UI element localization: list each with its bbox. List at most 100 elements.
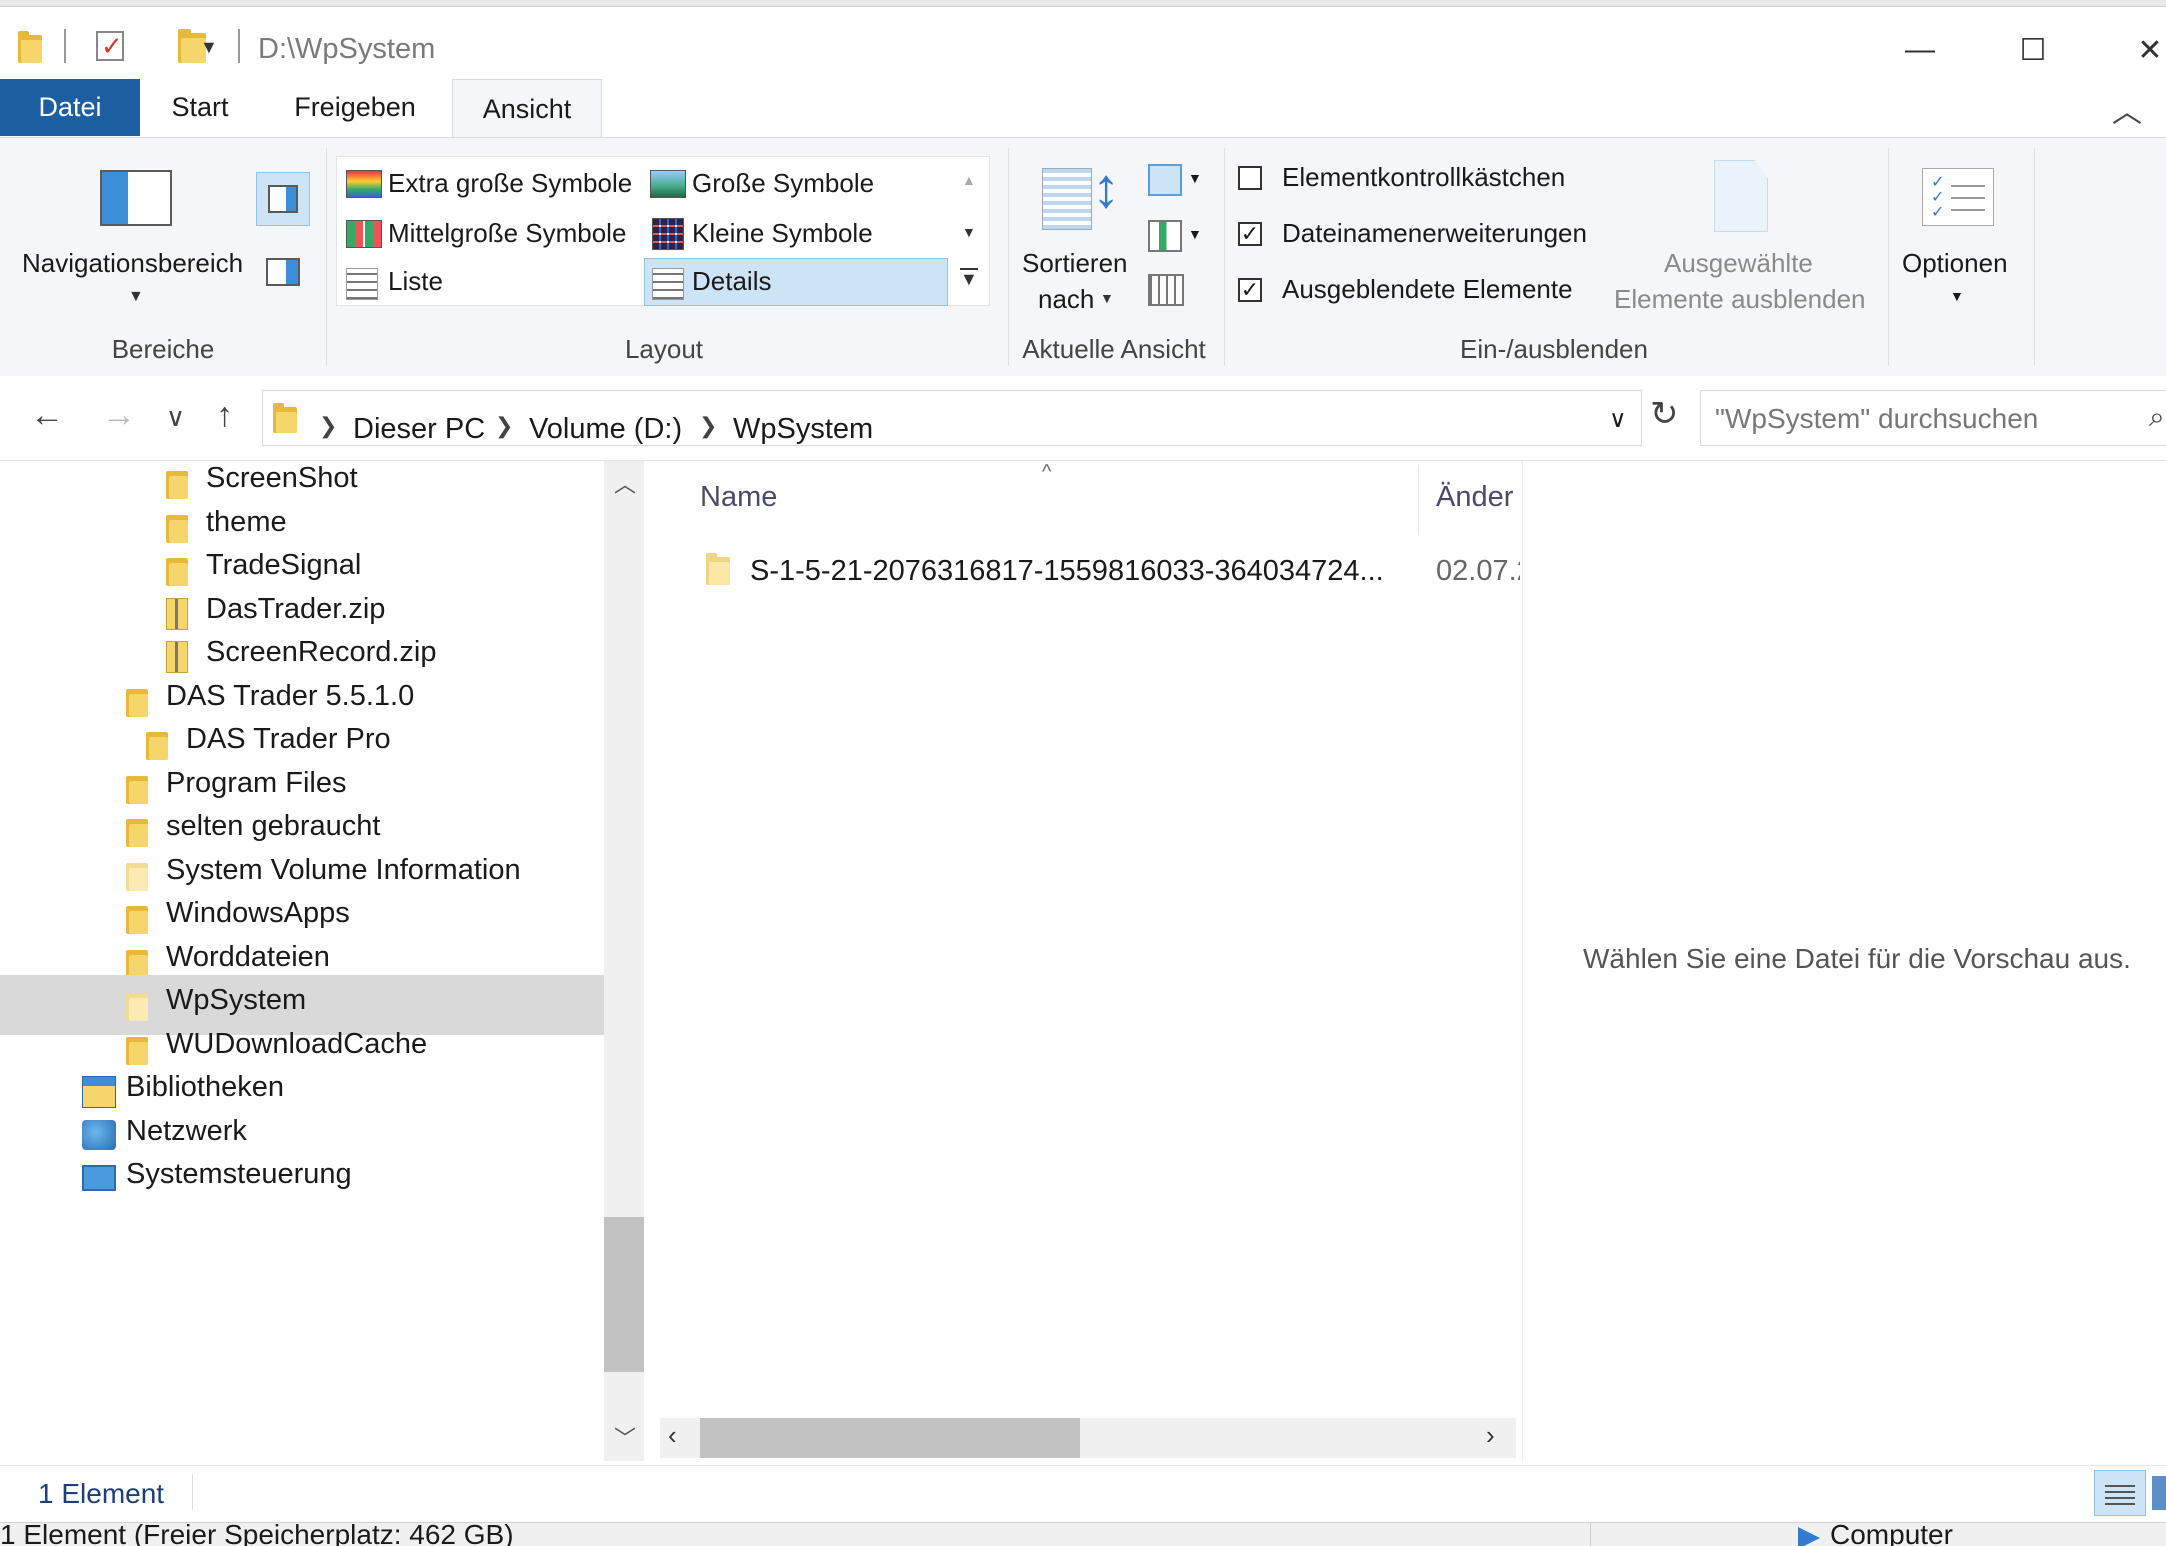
sort-by-button[interactable]: Sortieren — [1022, 248, 1128, 279]
forward-arrow-icon[interactable]: → — [102, 396, 136, 435]
maximize-button[interactable]: ☐ — [1983, 15, 2083, 85]
zip-folder-icon — [166, 597, 188, 630]
options-icon: ✓ ✓ ✓ — [1922, 168, 1994, 226]
nav-item[interactable]: Systemsteuerung — [0, 1157, 604, 1200]
nav-item[interactable]: ScreenRecord.zip — [0, 635, 604, 678]
chevron-down-icon[interactable]: ▼ — [1188, 226, 1202, 242]
gallery-expand-icon[interactable]: ▼ — [960, 268, 978, 288]
up-arrow-icon[interactable]: ↑ — [216, 396, 233, 435]
nav-item[interactable]: DasTrader.zip — [0, 592, 604, 635]
details-view-button[interactable] — [2094, 1470, 2146, 1516]
nav-item-label: TradeSignal — [206, 549, 362, 581]
nav-item[interactable]: Program Files — [0, 766, 604, 809]
breadcrumb-chevron-icon[interactable]: ❯ — [319, 413, 337, 439]
folder-icon — [126, 859, 148, 891]
label-hidden-items: Ausgeblendete Elemente — [1282, 274, 1573, 304]
nav-item-label: ScreenRecord.zip — [206, 636, 437, 668]
scroll-right-icon[interactable]: › — [1486, 1420, 1495, 1451]
large-icons-view-button[interactable] — [2152, 1476, 2166, 1510]
collapse-ribbon-icon[interactable]: ︿ — [2112, 87, 2142, 131]
size-columns-icon[interactable] — [1148, 274, 1184, 306]
folder-icon — [166, 467, 188, 499]
customize-quick-access-icon[interactable]: ▼ — [200, 37, 218, 58]
scroll-down-icon[interactable]: ﹀ — [614, 1421, 636, 1453]
close-button[interactable]: ✕ — [2100, 15, 2166, 85]
back-arrow-icon[interactable]: ← — [30, 396, 64, 435]
navigation-pane-button[interactable]: Navigationsbereich — [22, 248, 243, 279]
nav-item-label: DAS Trader 5.5.1.0 — [166, 679, 415, 712]
layout-medium-icons[interactable]: Mittelgroße Symbole — [388, 218, 626, 249]
gallery-scroll-up-icon[interactable]: ▲ — [962, 172, 976, 188]
gallery-scroll-down-icon[interactable]: ▼ — [962, 224, 976, 240]
layout-list[interactable]: Liste — [388, 266, 443, 297]
navigation-pane-icon[interactable] — [100, 170, 172, 226]
recent-locations-icon[interactable]: ∨ — [166, 402, 185, 433]
column-header-modified[interactable]: Änder — [1436, 481, 1513, 514]
tab-freigeben[interactable]: Freigeben — [280, 79, 430, 136]
hide-selected-button-line2[interactable]: Elemente ausblenden — [1614, 284, 1866, 315]
selected-highlight — [644, 258, 948, 306]
options-button[interactable]: Optionen — [1902, 248, 2008, 279]
scroll-thumb[interactable] — [700, 1418, 1080, 1458]
search-icon[interactable]: ⌕ — [2149, 401, 2165, 434]
nav-item-label: Systemsteuerung — [126, 1158, 352, 1190]
breadcrumb-chevron-icon[interactable]: ❯ — [495, 413, 513, 439]
large-icons-icon — [650, 170, 686, 198]
folder-icon — [146, 728, 168, 760]
preview-pane-button[interactable] — [256, 172, 310, 226]
address-bar[interactable]: ❯ Dieser PC ❯ Volume (D:) ❯ WpSystem ∨ — [262, 390, 1642, 446]
scroll-up-icon[interactable]: ︿ — [614, 467, 636, 499]
horizontal-scrollbar[interactable]: ‹ › — [660, 1418, 1516, 1458]
file-row[interactable]: S-1-5-21-2076316817-1559816033-364034724… — [650, 541, 1520, 611]
nav-item[interactable]: DAS Trader Pro — [0, 722, 604, 765]
column-header-name[interactable]: Name — [700, 481, 777, 514]
breadcrumb-wpsystem[interactable]: WpSystem — [733, 413, 873, 446]
add-columns-icon[interactable] — [1148, 220, 1182, 252]
scroll-thumb[interactable] — [604, 1217, 644, 1372]
chevron-down-icon[interactable]: ▼ — [1950, 288, 1964, 304]
nav-item[interactable]: TradeSignal — [0, 548, 604, 591]
properties-icon[interactable]: ✓ — [96, 31, 124, 61]
divider — [1590, 1523, 1591, 1546]
nav-item-label: DasTrader.zip — [206, 592, 386, 625]
group-by-icon[interactable] — [1148, 164, 1182, 196]
scroll-left-icon[interactable]: ‹ — [668, 1420, 677, 1451]
breadcrumb-volume-d[interactable]: Volume (D:) — [529, 413, 682, 446]
file-list: ^ Name Änder S-1-5-21-2076316817-1559816… — [650, 461, 1520, 1461]
layout-details[interactable]: Details — [692, 266, 771, 297]
checkbox-item-checkboxes[interactable] — [1238, 166, 1262, 190]
breadcrumb-this-pc[interactable]: Dieser PC — [353, 413, 485, 446]
chevron-down-icon[interactable]: ▼ — [128, 288, 144, 306]
checkbox-file-extensions[interactable]: ✓ — [1238, 222, 1262, 246]
sort-by-icon — [1042, 168, 1092, 230]
nav-item[interactable]: theme — [0, 505, 604, 548]
nav-item[interactable]: ScreenShot — [0, 461, 604, 504]
refresh-icon[interactable]: ↻ — [1650, 394, 1679, 434]
search-input[interactable]: "WpSystem" durchsuchen ⌕ — [1700, 390, 2166, 446]
checkbox-hidden-items[interactable]: ✓ — [1238, 278, 1262, 302]
sort-by-button-line2[interactable]: nach — [1038, 284, 1094, 315]
tab-start[interactable]: Start — [150, 79, 250, 136]
chevron-down-icon[interactable]: ▼ — [1100, 290, 1114, 306]
nav-item[interactable]: WindowsApps — [0, 896, 604, 939]
breadcrumb-chevron-icon[interactable]: ❯ — [699, 413, 717, 439]
layout-extra-large-icons[interactable]: Extra große Symbole — [388, 168, 632, 199]
tab-ansicht[interactable]: Ansicht — [452, 79, 602, 139]
nav-item[interactable]: WUDownloadCache — [0, 1027, 604, 1070]
nav-item[interactable]: DAS Trader 5.5.1.0 — [0, 679, 604, 722]
minimize-button[interactable]: — — [1870, 15, 1970, 85]
preview-pane: Wählen Sie eine Datei für die Vorschau a… — [1522, 461, 2166, 1461]
nav-scrollbar[interactable]: ︿ ﹀ — [604, 461, 644, 1461]
tab-datei[interactable]: Datei — [0, 79, 140, 136]
nav-item[interactable]: Netzwerk — [0, 1114, 604, 1157]
details-pane-button[interactable] — [266, 258, 300, 286]
chevron-down-icon[interactable]: ▼ — [1188, 170, 1202, 186]
nav-item[interactable]: System Volume Information — [0, 853, 604, 896]
address-dropdown-icon[interactable]: ∨ — [1609, 405, 1627, 434]
hide-selected-button[interactable]: Ausgewählte — [1664, 248, 1813, 279]
layout-large-icons[interactable]: Große Symbole — [692, 168, 874, 199]
layout-small-icons[interactable]: Kleine Symbole — [692, 218, 873, 249]
nav-item[interactable]: selten gebraucht — [0, 809, 604, 852]
column-divider[interactable] — [1418, 465, 1419, 535]
nav-item[interactable]: Bibliotheken — [0, 1070, 604, 1113]
